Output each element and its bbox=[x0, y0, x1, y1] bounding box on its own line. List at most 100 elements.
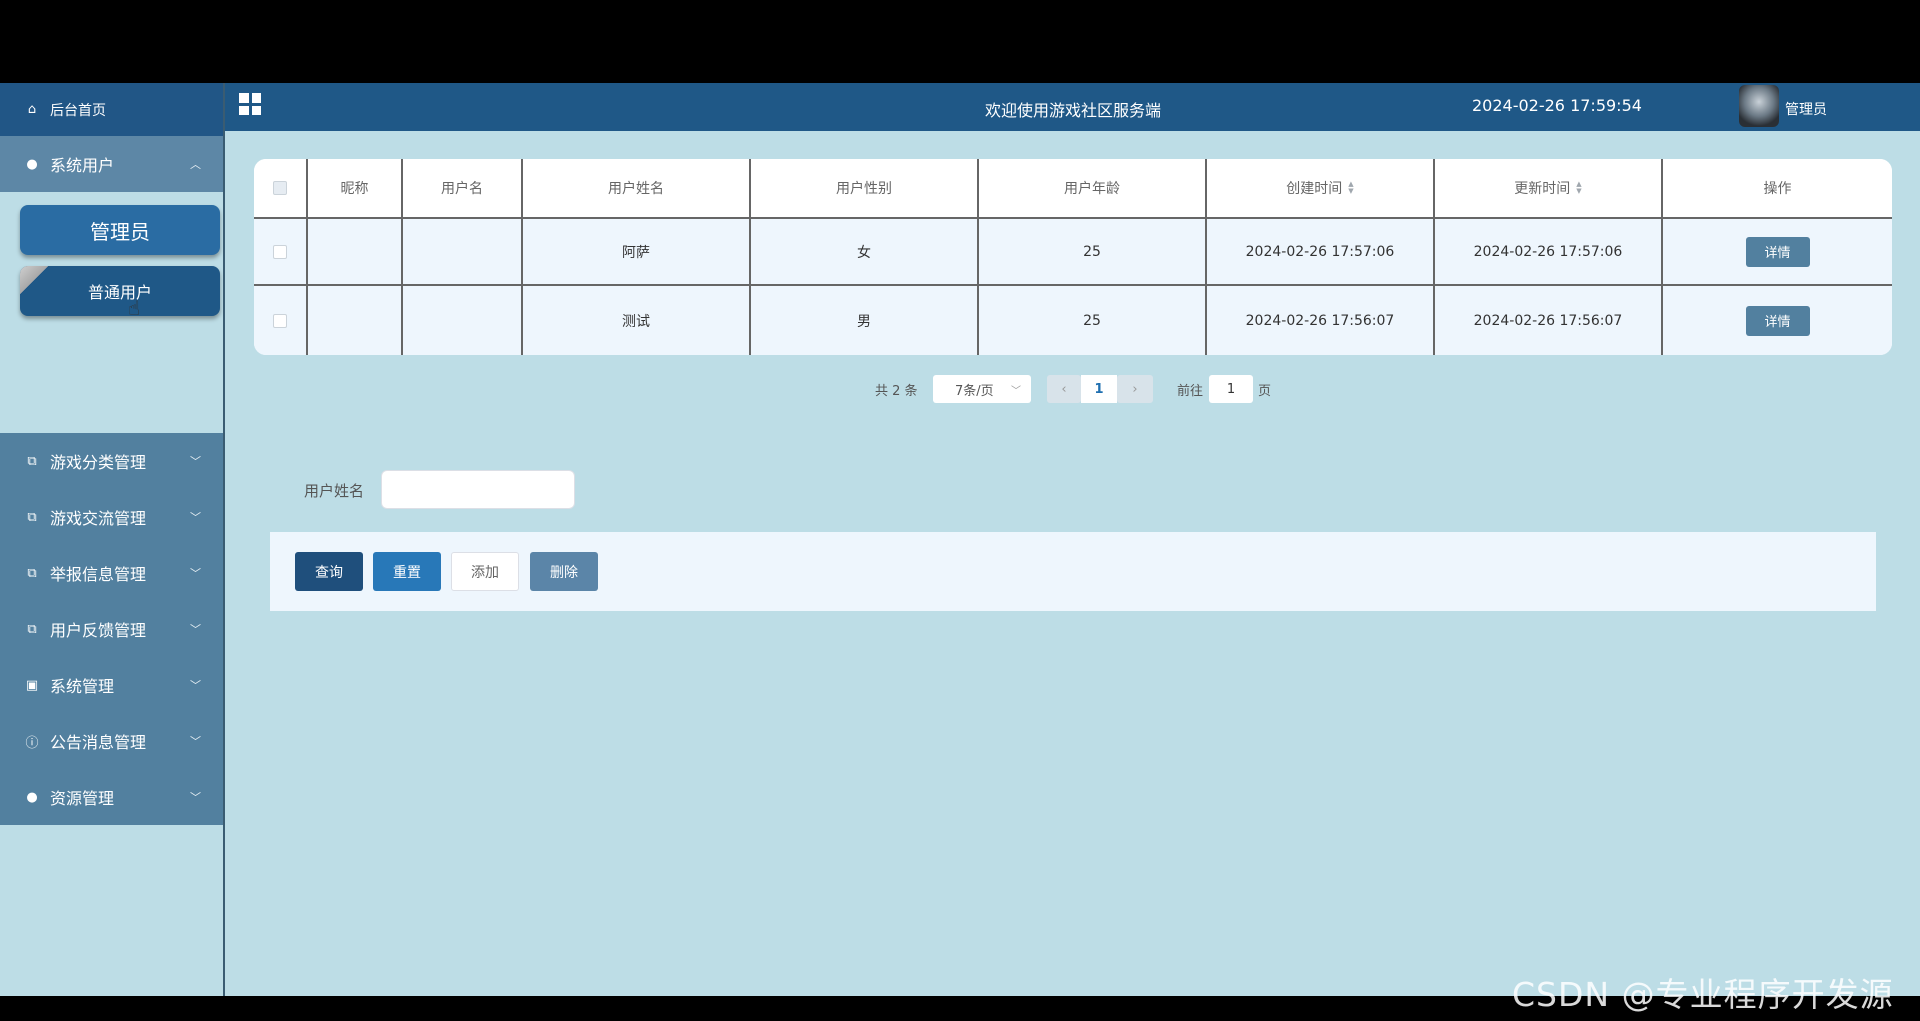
prev-page-button[interactable]: ‹ bbox=[1047, 375, 1081, 403]
cell-name: 阿萨 bbox=[523, 219, 751, 284]
chevron-up-icon: ︿ bbox=[190, 158, 201, 171]
detail-button[interactable]: 详情 bbox=[1745, 305, 1810, 336]
column-header: 用户姓名 bbox=[523, 159, 751, 217]
checkbox[interactable] bbox=[273, 313, 287, 328]
sidebar-item-label: 资源管理 bbox=[50, 789, 115, 808]
row-select[interactable] bbox=[254, 286, 308, 355]
column-header: 昵称 bbox=[308, 159, 403, 217]
avatar[interactable] bbox=[1739, 85, 1779, 127]
search-label: 用户姓名 bbox=[304, 482, 365, 500]
column-header: 用户名 bbox=[403, 159, 523, 217]
sidebar-item-label: 系统管理 bbox=[50, 677, 115, 696]
table-header-row: 昵称 用户名 用户姓名 用户性别 用户年龄 创建时间 ▲ ▼ 更新时间 ▲ ▼ 操作 bbox=[254, 159, 1892, 219]
column-header-sortable[interactable]: 更新时间 ▲ ▼ bbox=[1435, 159, 1663, 217]
sidebar-group-feedback[interactable]: ⧉ 用户反馈管理 ﹀ bbox=[0, 601, 223, 657]
sidebar-submenu: 管理员 普通用户 ☝ bbox=[0, 192, 223, 433]
chevron-down-icon: ﹀ bbox=[190, 791, 201, 804]
menu-grid-icon[interactable] bbox=[239, 93, 261, 115]
sidebar-item-label: 后台首页 bbox=[50, 102, 106, 119]
cell-age: 25 bbox=[979, 219, 1207, 284]
bulb-icon: ● bbox=[26, 789, 38, 805]
table-row: 测试 男 25 2024-02-26 17:56:07 2024-02-26 1… bbox=[254, 286, 1892, 355]
cell-action: 详情 bbox=[1663, 219, 1892, 284]
sidebar-item-label: 举报信息管理 bbox=[50, 565, 147, 584]
home-icon: ⌂ bbox=[27, 102, 37, 117]
info-circle-icon: ⓘ bbox=[25, 735, 39, 751]
sidebar-group-system-users[interactable]: ● 系统用户 ︿ bbox=[0, 136, 223, 192]
sort-icon[interactable]: ▲ ▼ bbox=[1348, 181, 1353, 195]
chevron-down-icon: ﹀ bbox=[1011, 385, 1021, 397]
page-fold-icon bbox=[20, 266, 48, 294]
top-header: 欢迎使用游戏社区服务端 2024-02-26 17:59:54 管理员 bbox=[225, 83, 1920, 131]
sidebar-item-admin[interactable]: 管理员 bbox=[20, 205, 220, 255]
header-select-all[interactable] bbox=[254, 159, 308, 217]
page-size-select[interactable]: 7条/页 ﹀ bbox=[933, 375, 1031, 403]
search-input[interactable] bbox=[381, 470, 575, 509]
cell-updated: 2024-02-26 17:57:06 bbox=[1435, 219, 1663, 284]
chevron-down-icon: ﹀ bbox=[190, 567, 201, 580]
chevron-down-icon: ﹀ bbox=[190, 511, 201, 524]
goto-page-input[interactable]: 1 bbox=[1209, 375, 1253, 403]
page-title: 欢迎使用游戏社区服务端 bbox=[985, 101, 1162, 120]
cell-created: 2024-02-26 17:56:07 bbox=[1207, 286, 1435, 355]
checkbox[interactable] bbox=[273, 244, 287, 259]
sort-icon[interactable]: ▲ ▼ bbox=[1576, 181, 1581, 195]
goto-label: 前往 bbox=[1177, 383, 1204, 399]
chevron-down-icon: ﹀ bbox=[190, 623, 201, 636]
pagination-total: 共 2 条 bbox=[875, 383, 918, 399]
next-page-button[interactable]: › bbox=[1117, 375, 1153, 403]
checkbox[interactable] bbox=[273, 181, 287, 195]
add-button[interactable]: 添加 bbox=[451, 552, 519, 591]
chevron-down-icon: ﹀ bbox=[190, 679, 201, 692]
app-window: ⌂ 后台首页 ● 系统用户 ︿ 管理员 普通用户 ☝ ⧉ 游戏分类管理 ﹀ ⧉ … bbox=[0, 83, 1920, 996]
column-header-label: 更新时间 bbox=[1514, 181, 1571, 197]
cell-gender: 女 bbox=[751, 219, 979, 284]
cell-gender: 男 bbox=[751, 286, 979, 355]
sidebar-item-normal-user[interactable]: 普通用户 bbox=[20, 266, 220, 316]
sidebar-group-report[interactable]: ⧉ 举报信息管理 ﹀ bbox=[0, 545, 223, 601]
sidebar-group-system[interactable]: ▣ 系统管理 ﹀ bbox=[0, 657, 223, 713]
external-link-icon: ⧉ bbox=[27, 565, 37, 581]
page-suffix-label: 页 bbox=[1258, 383, 1272, 399]
sidebar-divider bbox=[223, 83, 225, 996]
sidebar-item-label: 公告消息管理 bbox=[50, 733, 147, 752]
current-datetime: 2024-02-26 17:59:54 bbox=[1472, 96, 1642, 115]
external-link-icon: ⧉ bbox=[27, 621, 37, 637]
user-name[interactable]: 管理员 bbox=[1785, 99, 1827, 119]
chevron-left-icon: ‹ bbox=[1061, 381, 1067, 397]
column-header-label: 创建时间 bbox=[1286, 181, 1343, 197]
column-header: 用户年龄 bbox=[979, 159, 1207, 217]
chevron-right-icon: › bbox=[1132, 381, 1138, 397]
external-link-icon: ⧉ bbox=[27, 453, 37, 469]
sidebar-group-game-exchange[interactable]: ⧉ 游戏交流管理 ﹀ bbox=[0, 489, 223, 545]
sidebar-group-resource[interactable]: ● 资源管理 ﹀ bbox=[0, 769, 223, 825]
sidebar-item-label: 系统用户 bbox=[50, 156, 115, 175]
row-select[interactable] bbox=[254, 219, 308, 284]
table-row: 阿萨 女 25 2024-02-26 17:57:06 2024-02-26 1… bbox=[254, 219, 1892, 286]
cell-username bbox=[403, 219, 523, 284]
reset-button[interactable]: 重置 bbox=[373, 552, 441, 591]
column-header: 用户性别 bbox=[751, 159, 979, 217]
sidebar-item-label: 游戏分类管理 bbox=[50, 453, 147, 472]
sidebar-group-notice[interactable]: ⓘ 公告消息管理 ﹀ bbox=[0, 713, 223, 769]
column-header: 操作 bbox=[1763, 181, 1792, 197]
sidebar-item-label: 普通用户 bbox=[87, 283, 152, 302]
sidebar-item-label: 用户反馈管理 bbox=[50, 621, 147, 640]
column-header-sortable[interactable]: 创建时间 ▲ ▼ bbox=[1207, 159, 1435, 217]
page-number[interactable]: 1 bbox=[1081, 375, 1117, 403]
sidebar-group-game-category[interactable]: ⧉ 游戏分类管理 ﹀ bbox=[0, 433, 223, 489]
picture-icon: ▣ bbox=[25, 677, 39, 693]
query-button[interactable]: 查询 bbox=[295, 552, 363, 591]
cell-nickname bbox=[308, 219, 403, 284]
sidebar-menu: ⌂ 后台首页 ● 系统用户 ︿ 管理员 普通用户 ☝ ⧉ 游戏分类管理 ﹀ ⧉ … bbox=[0, 83, 223, 745]
detail-button[interactable]: 详情 bbox=[1745, 236, 1810, 267]
cell-action: 详情 bbox=[1663, 286, 1892, 355]
sidebar-item-home[interactable]: ⌂ 后台首页 bbox=[0, 83, 223, 136]
page-size-value: 7条/页 bbox=[955, 383, 994, 399]
user-table: 昵称 用户名 用户姓名 用户性别 用户年龄 创建时间 ▲ ▼ 更新时间 ▲ ▼ 操作… bbox=[254, 159, 1892, 355]
cell-updated: 2024-02-26 17:56:07 bbox=[1435, 286, 1663, 355]
delete-button[interactable]: 删除 bbox=[530, 552, 598, 591]
action-bar: 查询 重置 添加 删除 bbox=[270, 532, 1876, 611]
cell-age: 25 bbox=[979, 286, 1207, 355]
user-icon: ● bbox=[26, 156, 38, 172]
